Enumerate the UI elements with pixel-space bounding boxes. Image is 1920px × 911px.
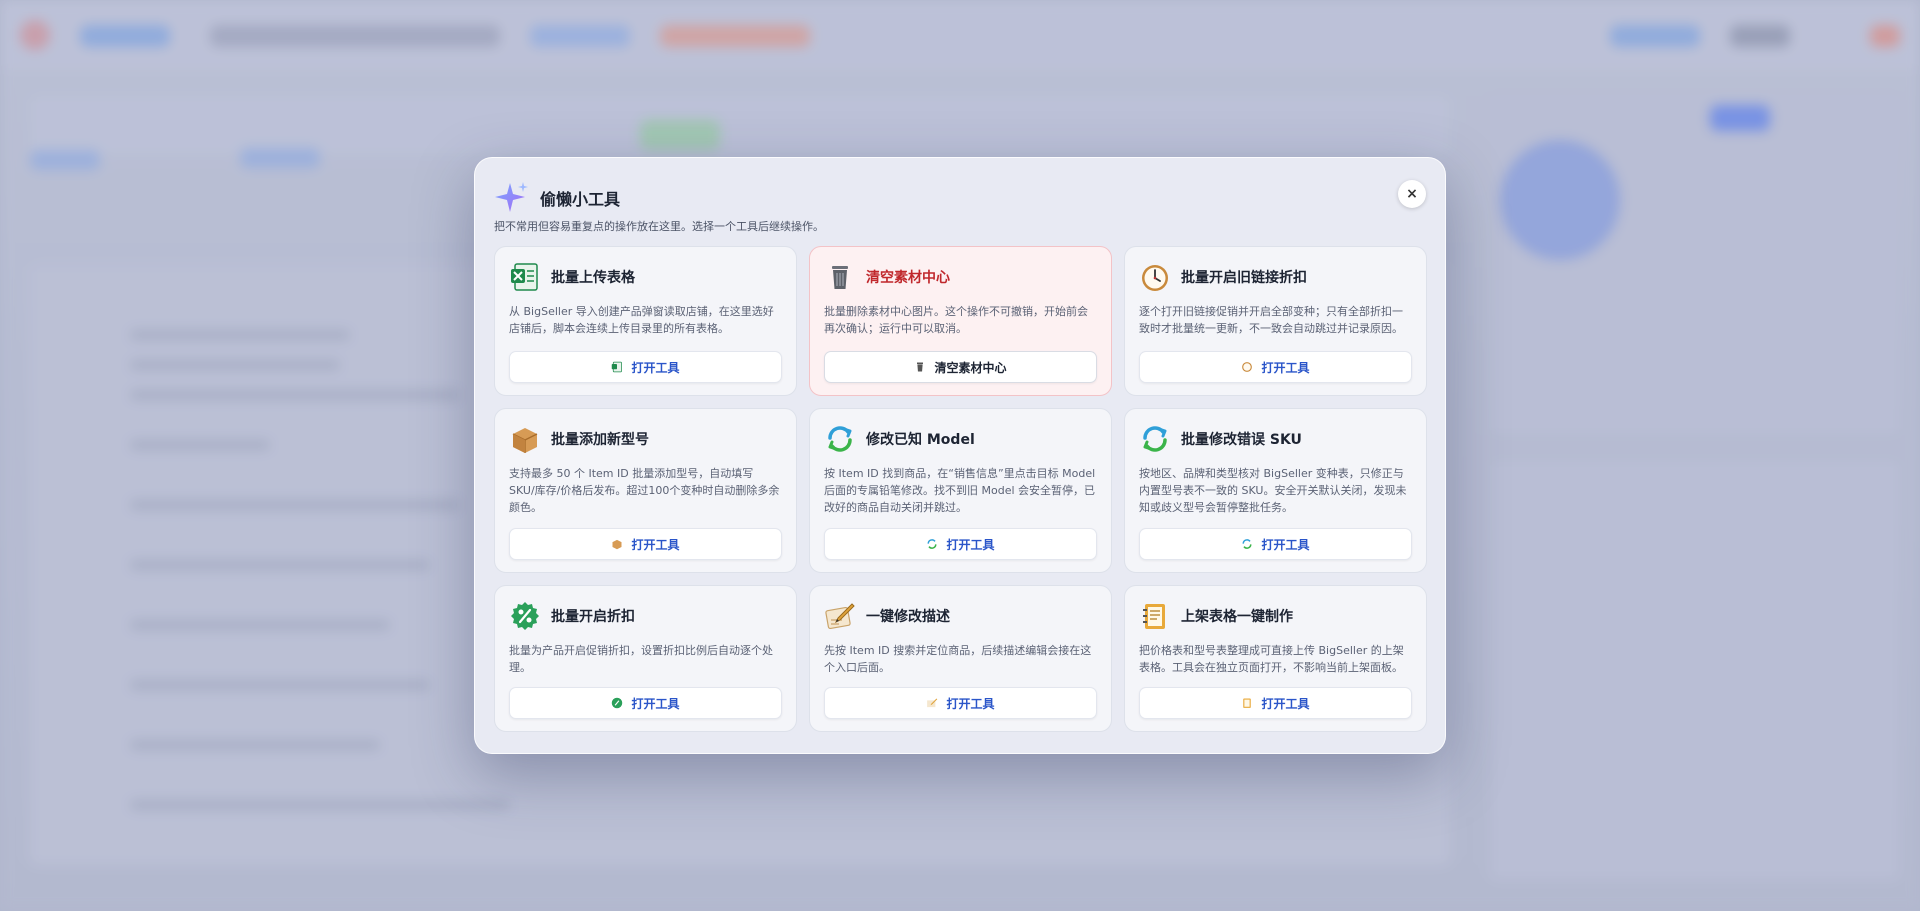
tool-description: 批量删除素材中心图片。这个操作不可撤销，开始前会再次确认；运行中可以取消。 [824, 305, 1088, 335]
open-tool-button-label: 打开工具 [1261, 360, 1310, 375]
open-tool-button-label: 打开工具 [631, 360, 680, 375]
tool-title: 上架表格一键制作 [1181, 609, 1293, 625]
excel-icon [612, 361, 623, 373]
tool-title: 修改已知 Model [866, 432, 975, 448]
tool-grid: 批量上传表格 从 BigSeller 导入创建产品弹窗读取店铺，在这里选好店铺后… [494, 246, 1427, 732]
excel-icon [511, 263, 538, 291]
notebook-icon [1143, 604, 1165, 629]
box-icon [512, 428, 538, 453]
open-tool-button-label: 打开工具 [946, 537, 995, 552]
open-tool-button[interactable]: 打开工具 [509, 687, 782, 719]
open-tool-button-label: 打开工具 [946, 696, 995, 711]
notebook-icon [1243, 698, 1252, 708]
clock-icon [1142, 265, 1168, 291]
dialog-header: 偷懒小工具 × [494, 180, 1426, 216]
open-tool-button[interactable]: 打开工具 [509, 351, 782, 383]
tool-description: 支持最多 50 个 Item ID 批量添加型号，自动填写 SKU/库存/价格后… [509, 467, 780, 514]
lazy-tools-dialog: 偷懒小工具 × 把不常用但容易重复点的操作放在这里。选择一个工具后继续操作。 批… [474, 157, 1446, 754]
sparkle-icon [495, 182, 528, 212]
tool-card-fix-wrong-sku: 批量修改错误 SKU 按地区、品牌和类型核对 BigSeller 变种表，只修正… [1124, 408, 1427, 573]
tool-title: 批量开启折扣 [551, 609, 635, 625]
tool-title: 一键修改描述 [866, 609, 950, 625]
tool-description: 逐个打开旧链接促销并开启全部变种；只有全部折扣一致时才批量统一更新，不一致会自动… [1139, 305, 1403, 335]
tool-card-clear-media-center: 清空素材中心 批量删除素材中心图片。这个操作不可撤销，开始前会再次确认；运行中可… [809, 246, 1112, 396]
tool-card-old-link-discount: 批量开启旧链接折扣 逐个打开旧链接促销并开启全部变种；只有全部折扣一致时才批量统… [1124, 246, 1427, 396]
open-tool-button-label: 打开工具 [1261, 537, 1310, 552]
tool-card-edit-description: 一键修改描述 先按 Item ID 搜索并定位商品，后续描述编辑会接在这个入口后… [809, 585, 1112, 732]
tool-title: 批量修改错误 SKU [1181, 432, 1302, 448]
trash-icon [917, 362, 924, 372]
open-tool-button-label: 打开工具 [1261, 696, 1310, 711]
tool-description: 批量为产品开启促销折扣，设置折扣比例后自动逐个处理。 [509, 644, 773, 674]
tool-description: 从 BigSeller 导入创建产品弹窗读取店铺，在这里选好店铺后，脚本会连续上… [509, 305, 774, 335]
refresh-icon [828, 426, 852, 452]
tool-card-edit-known-model: 修改已知 Model 按 Item ID 找到商品，在“销售信息”里点击目标 M… [809, 408, 1112, 573]
clear-media-center-button-label: 清空素材中心 [934, 360, 1007, 375]
refresh-icon [1143, 426, 1167, 452]
pen-icon [825, 603, 855, 630]
refresh-icon [1242, 539, 1252, 549]
tool-description: 先按 Item ID 搜索并定位商品，后续描述编辑会接在这个入口后面。 [824, 644, 1092, 674]
open-tool-button[interactable]: 打开工具 [824, 528, 1097, 560]
open-tool-button[interactable]: 打开工具 [1139, 687, 1412, 719]
tool-title: 批量开启旧链接折扣 [1181, 270, 1307, 286]
tool-title: 清空素材中心 [866, 270, 950, 286]
tool-card-listing-sheet-maker: 上架表格一键制作 把价格表和型号表整理成可直接上传 BigSeller 的上架表… [1124, 585, 1427, 732]
tool-card-batch-upload-sheets: 批量上传表格 从 BigSeller 导入创建产品弹窗读取店铺，在这里选好店铺后… [494, 246, 797, 396]
clear-media-center-button[interactable]: 清空素材中心 [824, 351, 1097, 383]
box-icon [612, 539, 622, 550]
pen-icon [927, 698, 938, 708]
open-tool-button-label: 打开工具 [631, 696, 680, 711]
open-tool-button[interactable]: 打开工具 [1139, 351, 1412, 383]
refresh-icon [927, 539, 937, 549]
tool-card-add-new-models: 批量添加新型号 支持最多 50 个 Item ID 批量添加型号，自动填写 SK… [494, 408, 797, 573]
open-tool-button-label: 打开工具 [631, 537, 680, 552]
trash-icon [832, 266, 848, 289]
tool-description: 按 Item ID 找到商品，在“销售信息”里点击目标 Model 后面的专属铅… [824, 467, 1096, 514]
percent-icon [612, 697, 623, 709]
tool-description: 把价格表和型号表整理成可直接上传 BigSeller 的上架表格。工具会在独立页… [1139, 644, 1404, 674]
tool-card-batch-discount: 批量开启折扣 批量为产品开启促销折扣，设置折扣比例后自动逐个处理。 打开工具 [494, 585, 797, 732]
clock-icon [1242, 362, 1253, 372]
open-tool-button[interactable]: 打开工具 [1139, 528, 1412, 560]
tool-title: 批量添加新型号 [551, 432, 649, 448]
dialog-title: 偷懒小工具 [540, 190, 621, 209]
tool-description: 按地区、品牌和类型核对 BigSeller 变种表，只修正与内置型号表不一致的 … [1139, 467, 1407, 514]
open-tool-button[interactable]: 打开工具 [824, 687, 1097, 719]
open-tool-button[interactable]: 打开工具 [509, 528, 782, 560]
percent-icon [511, 602, 539, 630]
close-button[interactable]: × [1398, 180, 1426, 208]
tool-title: 批量上传表格 [551, 270, 635, 286]
dialog-description: 把不常用但容易重复点的操作放在这里。选择一个工具后继续操作。 [494, 220, 824, 233]
